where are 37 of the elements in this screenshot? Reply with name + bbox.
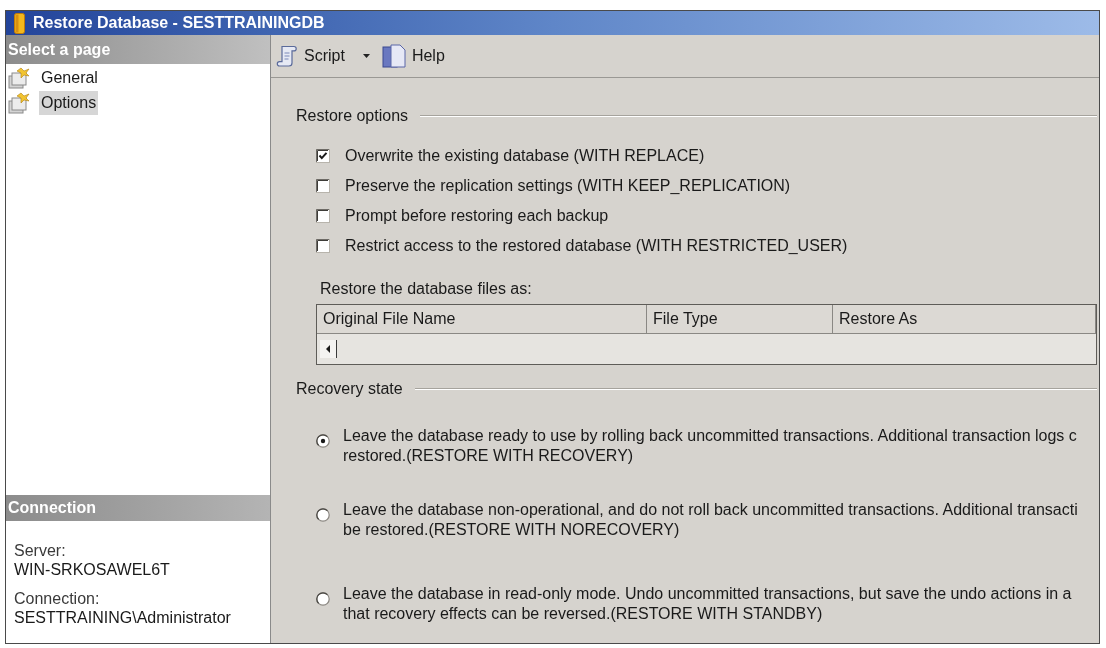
connection-title: Connection bbox=[8, 498, 96, 518]
checkbox[interactable] bbox=[316, 209, 330, 223]
checkbox[interactable] bbox=[316, 239, 330, 253]
toolbar-button[interactable]: Help bbox=[380, 41, 446, 71]
checkbox-label[interactable]: Overwrite the existing database (WITH REPLACE) bbox=[345, 144, 705, 168]
radio-button[interactable] bbox=[316, 592, 330, 606]
caret-icon bbox=[362, 54, 370, 58]
scroll-icon bbox=[276, 45, 298, 67]
table-caption: Restore the database files as: bbox=[320, 279, 532, 299]
checkbox[interactable] bbox=[316, 179, 330, 193]
field-label: Server: bbox=[14, 541, 67, 560]
group-title: Restore options bbox=[296, 106, 409, 126]
checkbox-label[interactable]: Prompt before restoring each backup bbox=[345, 204, 609, 228]
checkbox[interactable] bbox=[316, 149, 330, 163]
field-value: WIN-SRKOSAWEL6T bbox=[14, 560, 171, 579]
window-title: Restore Database - SESTTRAININGDB bbox=[33, 13, 325, 33]
radio-button[interactable] bbox=[316, 508, 330, 522]
group-title: Recovery state bbox=[296, 379, 403, 399]
checkbox-label[interactable]: Preserve the replication settings (WITH KEEP_REPLICATION) bbox=[345, 174, 791, 198]
field-label: Connection: bbox=[14, 589, 101, 608]
field-value: SESTTRAINING\Administrator bbox=[14, 608, 232, 627]
column-header: Restore As bbox=[833, 305, 1096, 334]
toolbar-button[interactable]: Script bbox=[275, 41, 371, 71]
radio-button[interactable] bbox=[316, 434, 330, 448]
scroll-left-button[interactable] bbox=[320, 340, 337, 358]
document-icon bbox=[381, 44, 406, 68]
radio-label[interactable]: Leave the database ready to use by rolling back uncommitted transactions. Additional transaction logs c restored.(RESTORE WITH RECOVERY) bbox=[343, 426, 1077, 466]
left-arrow-icon bbox=[326, 345, 330, 353]
column-header: Original File Name bbox=[317, 305, 647, 334]
radio-label[interactable]: Leave the database in read-only mode. Undo uncommitted transactions, but save the undo actions in a that recovery effects can be reversed.(RESTORE WITH STANDBY) bbox=[343, 584, 1072, 624]
sidebar-item[interactable]: Options bbox=[39, 90, 99, 115]
column-header: File Type bbox=[647, 305, 833, 334]
horizontal-scrollbar[interactable] bbox=[317, 334, 1096, 364]
radio-label[interactable]: Leave the database non-operational, and do not roll back uncommitted transactions. Additional transacti be restored.(RESTORE WITH NORECOVERY) bbox=[343, 500, 1078, 540]
window-icon bbox=[14, 12, 25, 34]
sidebar-title: Select a page bbox=[8, 39, 111, 60]
checkbox-label[interactable]: Restrict access to the restored database (WITH RESTRICTED_USER) bbox=[345, 234, 848, 258]
